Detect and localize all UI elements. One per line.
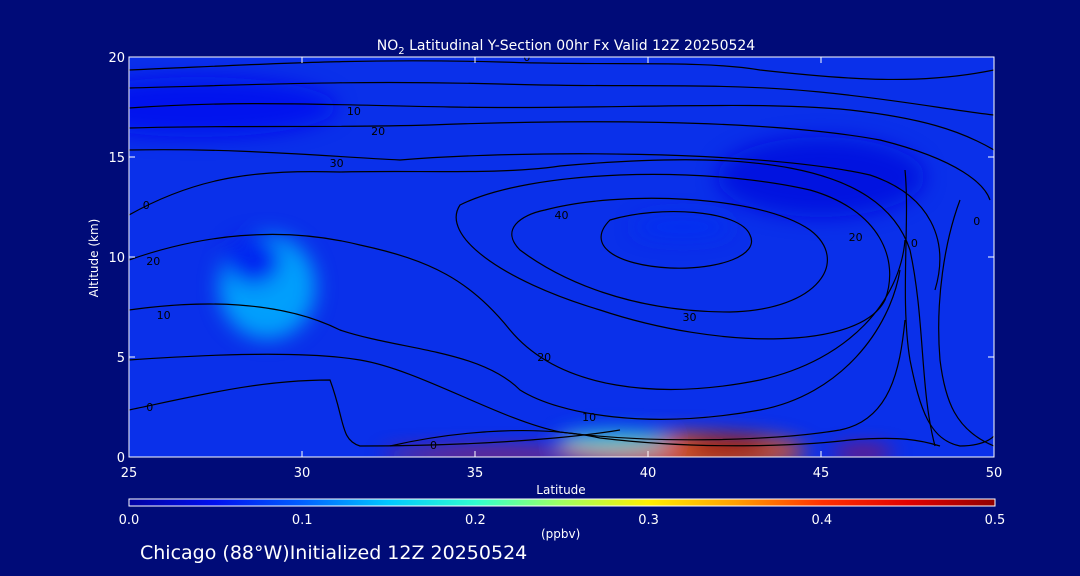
y-axis-label: Altitude (km): [87, 219, 101, 298]
x-tick-label: 30: [294, 466, 311, 481]
plot-area: 010203002010040302010020 00: [129, 57, 994, 457]
colorbar-tick-label: 0.5: [985, 513, 1006, 528]
x-tick-label: 25: [121, 466, 138, 481]
colorbar-tick-label: 0.2: [465, 513, 486, 528]
contour-label: 0: [430, 439, 437, 452]
colorbar-gradient: [128, 498, 996, 507]
colorbar-units: (ppbv): [541, 527, 581, 541]
colorbar-ticks: 0.0 0.1 0.2 0.3 0.4 0.5: [119, 513, 1006, 528]
concentration-blob: [717, 137, 925, 217]
contour-label: 10: [582, 411, 596, 424]
footer-caption: Chicago (88°W)Initialized 12Z 20250524: [140, 542, 528, 564]
contour-label: 30: [330, 157, 344, 170]
colorbar-tick-label: 0.3: [638, 513, 659, 528]
x-axis-label: Latitude: [536, 483, 585, 497]
chart-title: NO2 Latitudinal Y-Section 00hr Fx Valid …: [377, 38, 755, 57]
contour-label: 0: [973, 215, 980, 228]
contour-label: 10: [347, 105, 361, 118]
title-rest: Latitudinal Y-Section 00hr Fx Valid 12Z …: [405, 38, 756, 54]
x-tick-label: 40: [640, 466, 657, 481]
colorbar: 0.0 0.1 0.2 0.3 0.4 0.5: [119, 498, 1006, 528]
contour-label: 40: [555, 209, 569, 222]
contour-label: 0: [146, 401, 153, 414]
contour-label: 0: [143, 199, 150, 212]
no2-cross-section-chart: NO2 Latitudinal Y-Section 00hr Fx Valid …: [87, 38, 1006, 528]
concentration-blob: [634, 217, 732, 237]
concentration-blob: [225, 237, 282, 285]
x-tick-label: 35: [467, 466, 484, 481]
colorbar-tick-label: 0.4: [811, 513, 832, 528]
y-tick-label: 0: [117, 451, 125, 466]
y-tick-label: 15: [108, 151, 125, 166]
contour-label: 10: [157, 309, 171, 322]
colorbar-tick-label: 0.1: [292, 513, 313, 528]
contour-label: 20: [537, 351, 551, 364]
contour-label: 30: [683, 311, 697, 324]
y-tick-label: 10: [108, 251, 125, 266]
contour-label: 20: [849, 231, 863, 244]
y-tick-label: 20: [108, 51, 125, 66]
x-tick-label: 45: [813, 466, 830, 481]
colorbar-tick-label: 0.0: [119, 513, 140, 528]
contour-label: 20: [371, 125, 385, 138]
y-tick-label: 5: [117, 351, 125, 366]
title-species: NO: [377, 38, 399, 54]
concentration-blob: [381, 450, 603, 457]
contour-label: 0: [911, 237, 918, 250]
contour-label: 20: [146, 255, 160, 268]
x-tick-label: 50: [986, 466, 1003, 481]
